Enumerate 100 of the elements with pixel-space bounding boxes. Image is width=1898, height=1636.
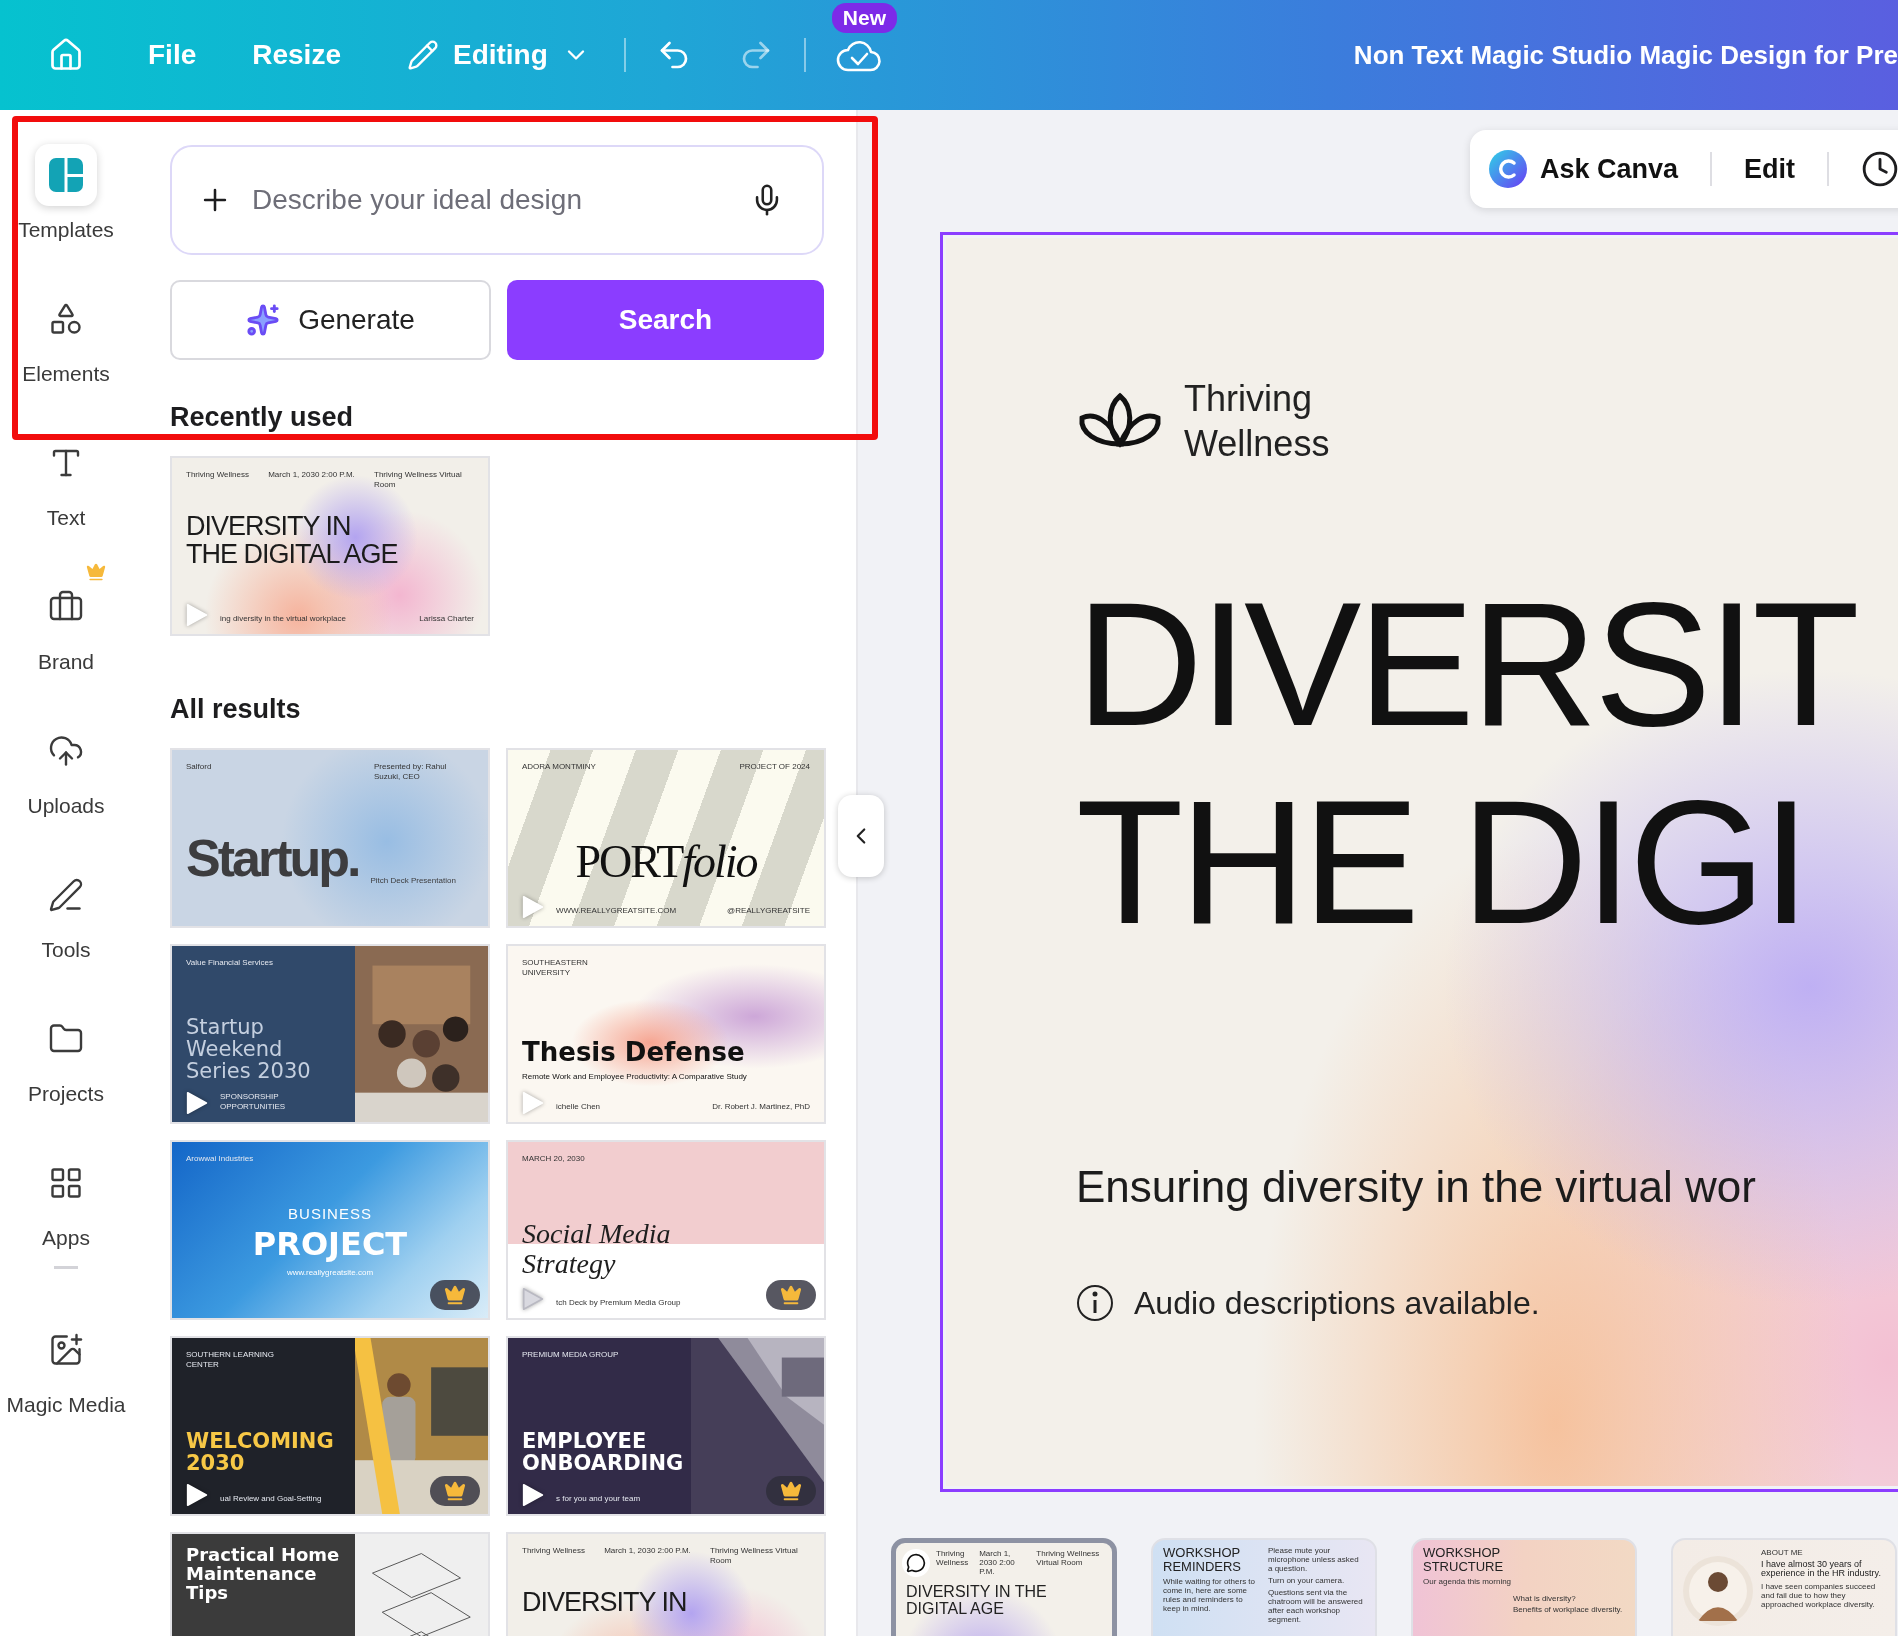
section-heading: All results bbox=[170, 693, 302, 726]
template-card[interactable]: SOUTHEASTERN UNIVERSITY Thesis Defense Remote Work and Employee Productivity: A Comparative Study ichelle Chen Dr. Robert J. Martinez, PhD bbox=[506, 944, 826, 1124]
template-card[interactable]: Thriving Wellness March 1, 2030 2:00 P.M. Thriving Wellness Virtual Room DIVERSITY IN bbox=[506, 1532, 826, 1636]
sidebar-item[interactable]: Apps bbox=[0, 1118, 132, 1262]
template-text: March 1, 2030 2:00 P.M. bbox=[268, 470, 355, 481]
page-title: WORKSHOP REMINDERS bbox=[1163, 1546, 1242, 1574]
template-text: tch Deck by Premium Media Group bbox=[556, 1298, 681, 1308]
sidebar-item[interactable]: Projects bbox=[0, 974, 132, 1118]
template-text: Larissa Charter bbox=[419, 614, 474, 624]
template-title: Practical Home Maintenance Tips bbox=[186, 1546, 341, 1603]
template-card[interactable]: SOUTHERN LEARNING CENTER WELCOMING 2030 ual Review and Goal-Setting bbox=[170, 1336, 490, 1516]
page-thumbnail[interactable]: Thriving Wellness March 1, 2030 2:00 P.M. Thriving Wellness Virtual Room DIVERSITY IN THE DIGITAL AGE bbox=[891, 1538, 1117, 1636]
template-card[interactable]: Practical Home Maintenance Tips bbox=[170, 1532, 490, 1636]
template-text: Thriving Wellness Virtual Room bbox=[374, 470, 463, 490]
sidebar-item[interactable]: Brand bbox=[0, 542, 132, 686]
image-sparkle-icon bbox=[48, 1332, 84, 1368]
sidebar-item[interactable]: Tools bbox=[0, 830, 132, 974]
comment-icon[interactable] bbox=[902, 1549, 930, 1577]
shapes-icon bbox=[48, 301, 84, 337]
sidebar-item[interactable]: Uploads bbox=[0, 686, 132, 830]
sidebar-item[interactable]: Templates bbox=[0, 110, 132, 254]
template-card[interactable]: MARCH 20, 2030 Social Media Strategy tch Deck by Premium Media Group bbox=[506, 1140, 826, 1320]
template-text: SPONSORSHIP OPPORTUNITIES bbox=[220, 1092, 287, 1112]
document-title[interactable]: Non Text Magic Studio Magic Design for Pre bbox=[1353, 39, 1898, 71]
upload-icon bbox=[48, 733, 84, 769]
template-card[interactable]: Arowwai Industries BUSINESS PROJECT www.reallygreatsite.com bbox=[170, 1140, 490, 1320]
template-text: ing diversity in the virtual workplace bbox=[220, 614, 346, 624]
template-title: PORTfolio bbox=[575, 837, 757, 886]
new-badge: New bbox=[831, 3, 897, 33]
slide-headline: DIVERSIT bbox=[1076, 576, 1857, 752]
template-text: Value Financial Services bbox=[186, 958, 273, 968]
template-text: Arowwai Industries bbox=[186, 1154, 254, 1164]
template-text: SOUTHEASTERN UNIVERSITY bbox=[522, 958, 589, 978]
page-title: WORKSHOP STRUCTURE bbox=[1423, 1546, 1505, 1574]
template-text: PROJECT OF 2024 bbox=[739, 762, 810, 772]
clock-icon[interactable] bbox=[1861, 150, 1898, 188]
page-text: Questions sent via the chatroom will be answered after each workshop segment. bbox=[1268, 1588, 1364, 1624]
sparkle-icon bbox=[246, 303, 281, 337]
slide-headline: THE DIGI bbox=[1076, 774, 1808, 950]
page-title: DIVERSITY IN THE DIGITAL AGE bbox=[906, 1584, 1048, 1618]
template-card[interactable]: PREMIUM MEDIA GROUP EMPLOYEE ONBOARDING s for you and your team bbox=[506, 1336, 826, 1516]
template-card[interactable]: ADORA MONTMINY PROJECT OF 2024 PORTfolio WWW.REALLYGREATSITE.COM @REALLYGREATSITE bbox=[506, 748, 826, 928]
apps-icon bbox=[48, 1165, 84, 1201]
assistant-logo-icon bbox=[1488, 149, 1528, 189]
template-title: DIVERSITY IN THE DIGITAL AGE bbox=[186, 512, 399, 569]
page-text: Turn on your camera. bbox=[1268, 1576, 1346, 1585]
template-title: WELCOMING 2030 bbox=[186, 1429, 335, 1474]
sidebar-item[interactable]: Magic Media bbox=[0, 1285, 132, 1429]
template-text: @REALLYGREATSITE bbox=[727, 906, 810, 916]
template-text: Presented by: Rahul Suzuki, CEO bbox=[374, 762, 448, 782]
template-text: Salford bbox=[186, 762, 212, 773]
page-thumbnail[interactable]: WORKSHOP STRUCTURE Our agenda this morning What is diversity? Benefits of workplace diversity. bbox=[1411, 1538, 1637, 1636]
template-text: Dr. Robert J. Martinez, PhD bbox=[712, 1102, 810, 1112]
edit-button[interactable]: Edit bbox=[1744, 153, 1796, 185]
sidebar-item[interactable]: Elements bbox=[0, 254, 132, 398]
template-card[interactable]: Value Financial Services Startup Weekend Series 2030 SPONSORSHIP OPPORTUNITIES bbox=[170, 944, 490, 1124]
ask-assistant-button[interactable]: Ask Canva bbox=[1488, 149, 1679, 189]
page-text: Thriving Wellness Virtual Room bbox=[1036, 1549, 1101, 1569]
pen-icon bbox=[48, 877, 84, 913]
templates-icon bbox=[48, 157, 84, 193]
template-text: ichelle Chen bbox=[556, 1102, 601, 1112]
template-title: Startup. bbox=[186, 831, 359, 886]
template-subtitle: www.reallygreatsite.com bbox=[286, 1268, 374, 1278]
brand-name: Thriving Wellness bbox=[1184, 377, 1331, 466]
page-thumbnail[interactable]: ABOUT ME I have almost 30 years of experience in the HR industry. I have seen companies succeed and fail due to how they approached workplace diversity. bbox=[1671, 1538, 1897, 1636]
page-text: March 1, 2030 2:00 P.M. bbox=[979, 1549, 1016, 1576]
page-text: While waiting for others to come in, here are some rules and reminders to keep in mind. bbox=[1163, 1577, 1257, 1614]
page-title: I have almost 30 years of experience in the HR industry. bbox=[1761, 1560, 1882, 1579]
template-text: March 1, 2030 2:00 P.M. bbox=[604, 1546, 691, 1557]
template-text: WWW.REALLYGREATSITE.COM bbox=[556, 906, 677, 916]
template-text: Thriving Wellness bbox=[186, 470, 249, 481]
page-text: Thriving Wellness bbox=[936, 1549, 970, 1569]
template-title: Thesis Defense bbox=[522, 1038, 746, 1066]
template-card[interactable]: Salford Presented by: Rahul Suzuki, CEO Startup. Pitch Deck Presentation bbox=[170, 748, 490, 928]
template-card[interactable]: Thriving Wellness March 1, 2030 2:00 P.M. Thriving Wellness Virtual Room DIVERSITY IN THE DIGITAL AGE ing diversity in the virtual workplace Larissa Charter bbox=[170, 456, 490, 636]
page-text: ABOUT ME bbox=[1761, 1548, 1804, 1557]
pencil-icon bbox=[406, 39, 439, 71]
template-title: DIVERSITY IN bbox=[522, 1588, 688, 1617]
template-text: ual Review and Goal-Setting bbox=[220, 1494, 322, 1504]
page-text: What is diversity? bbox=[1513, 1594, 1577, 1604]
template-kicker: BUSINESS bbox=[288, 1205, 372, 1223]
template-title: Social Media Strategy bbox=[522, 1219, 672, 1278]
template-title: PROJECT bbox=[252, 1228, 408, 1262]
template-subtitle: Pitch Deck Presentation bbox=[370, 876, 456, 886]
template-text: SOUTHERN LEARNING CENTER bbox=[186, 1350, 275, 1370]
page-text: I have seen companies succeed and fail due to how they approached workplace diversity. bbox=[1761, 1581, 1877, 1609]
search-button[interactable]: Search bbox=[507, 280, 824, 360]
generate-button[interactable]: Generate bbox=[170, 280, 491, 360]
template-text: Thriving Wellness bbox=[522, 1546, 585, 1557]
template-subtitle: Remote Work and Employee Productivity: A Comparative Study bbox=[522, 1072, 748, 1082]
page-text: Please mute your microphone unless asked a question. bbox=[1268, 1546, 1360, 1573]
template-text: PREMIUM MEDIA GROUP bbox=[522, 1350, 619, 1360]
section-heading: Recently used bbox=[170, 401, 355, 434]
template-text: s for you and your team bbox=[556, 1494, 641, 1504]
sidebar-item[interactable]: Text bbox=[0, 398, 132, 542]
template-text: MARCH 20, 2030 bbox=[522, 1154, 585, 1164]
template-text: ADORA MONTMINY bbox=[522, 762, 596, 772]
info-icon bbox=[1076, 1284, 1114, 1322]
template-title: Startup Weekend Series 2030 bbox=[186, 1015, 312, 1082]
slide-tagline: Ensuring diversity in the virtual wor bbox=[1076, 1162, 1757, 1212]
